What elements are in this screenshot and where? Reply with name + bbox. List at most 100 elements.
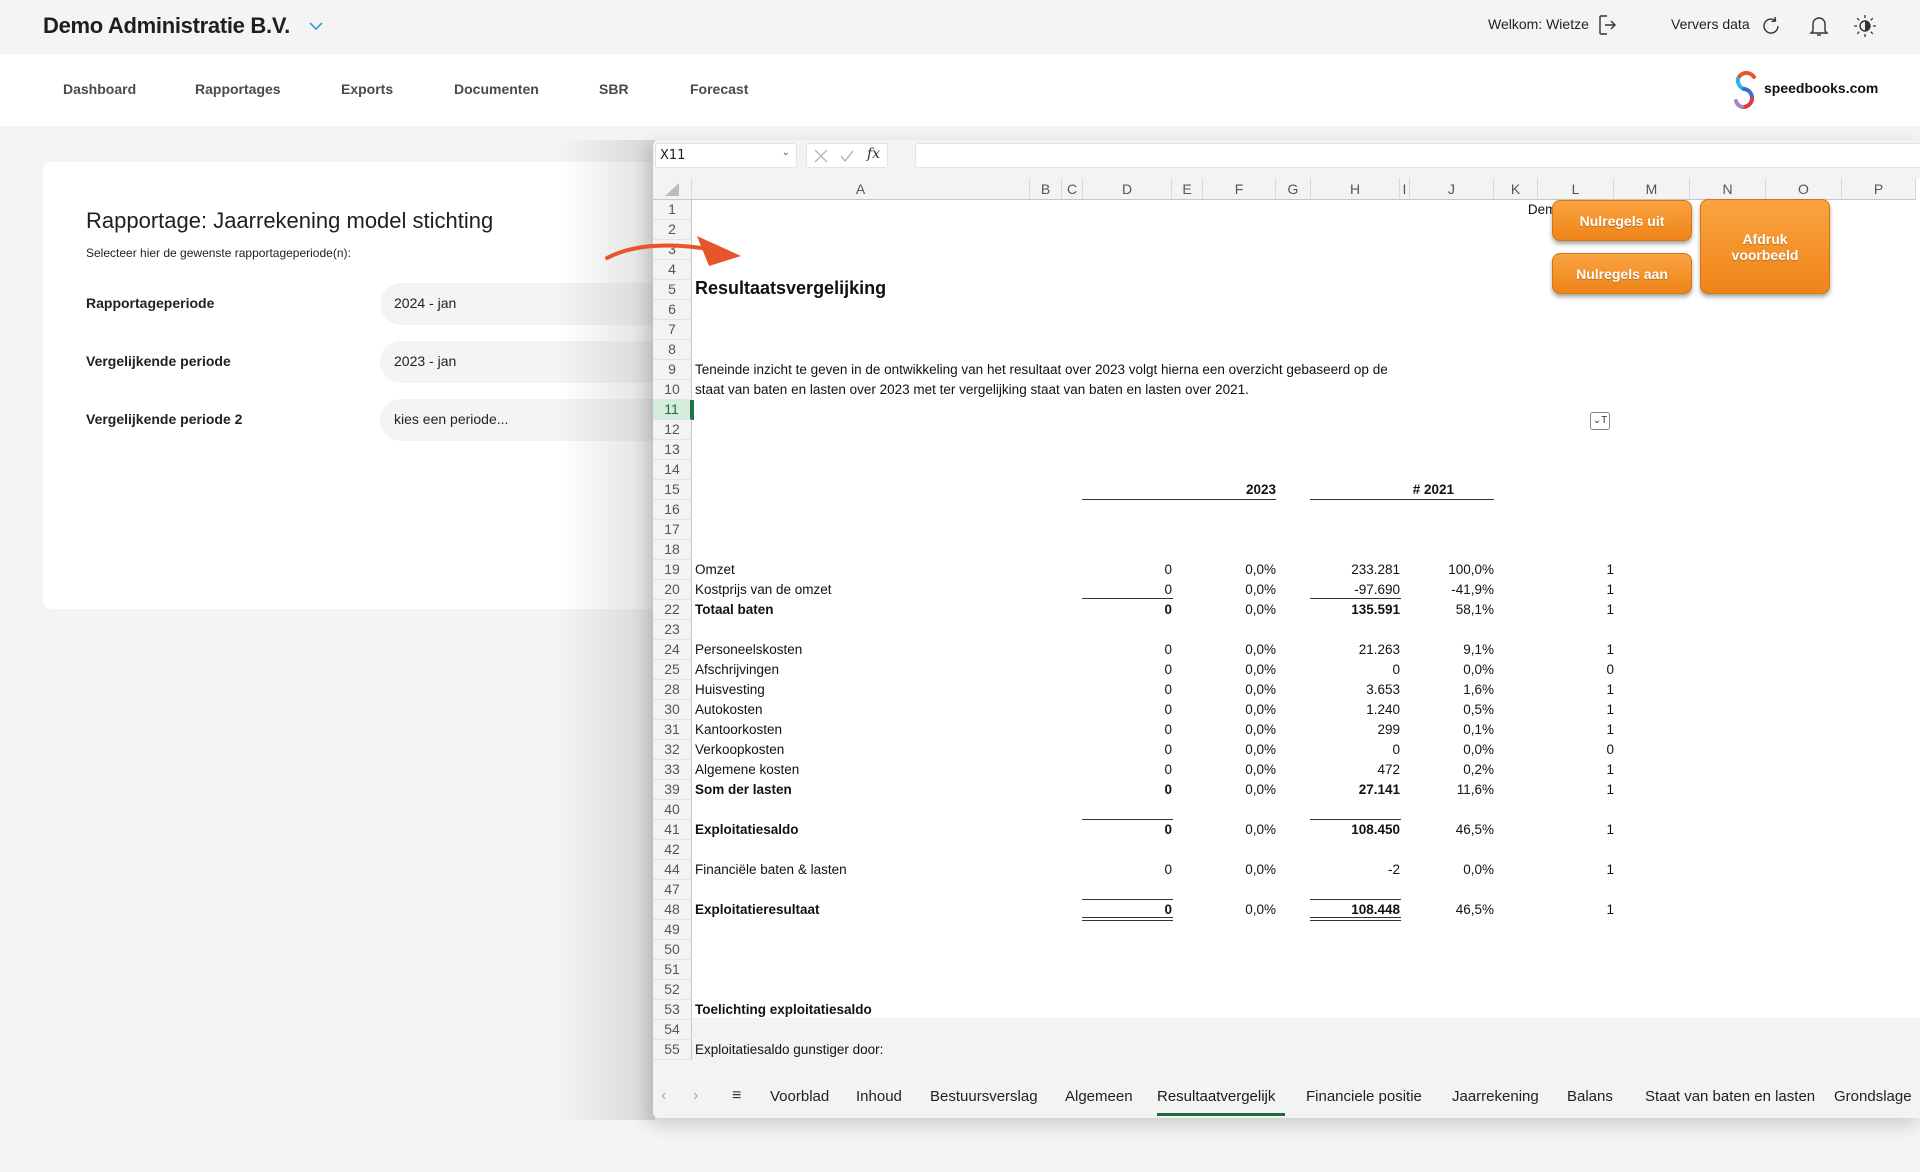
row-header-13[interactable]: 13 — [653, 440, 692, 460]
sheet-tab-balans[interactable]: Balans — [1567, 1088, 1613, 1105]
sheet-tab-algemeen[interactable]: Algemeen — [1065, 1088, 1133, 1105]
filter-icon[interactable]: ⌄T — [1590, 412, 1610, 430]
row-header-30[interactable]: 30 — [653, 700, 692, 720]
refresh-data-button[interactable]: Ververs data — [1671, 16, 1750, 32]
sheet-tab-staat-van-baten-en-lasten[interactable]: Staat van baten en lasten — [1645, 1088, 1815, 1105]
row-header-25[interactable]: 25 — [653, 660, 692, 680]
row-header-55[interactable]: 55 — [653, 1040, 692, 1060]
row-header-49[interactable]: 49 — [653, 920, 692, 940]
column-header-n[interactable]: N — [1690, 178, 1766, 200]
column-header-o[interactable]: O — [1766, 178, 1842, 200]
nulregels-aan-button[interactable]: Nulregels aan — [1552, 253, 1692, 294]
row-header-31[interactable]: 31 — [653, 720, 692, 740]
row-header-20[interactable]: 20 — [653, 580, 692, 600]
row-header-17[interactable]: 17 — [653, 520, 692, 540]
row-header-33[interactable]: 33 — [653, 760, 692, 780]
afdruk-voorbeeld-button[interactable]: Afdruk voorbeeld — [1700, 199, 1830, 294]
function-icon[interactable]: fx — [867, 146, 880, 162]
sheet-tab-voorblad[interactable]: Voorblad — [770, 1088, 829, 1105]
row-header-16[interactable]: 16 — [653, 500, 692, 520]
refresh-icon[interactable] — [1760, 15, 1782, 37]
tab-next-icon[interactable]: › — [693, 1087, 698, 1105]
sheet-tab-bestuursverslag[interactable]: Bestuursverslag — [930, 1088, 1038, 1105]
nav-forecast[interactable]: Forecast — [690, 81, 748, 97]
select-all-corner[interactable] — [653, 178, 692, 200]
row-header-47[interactable]: 47 — [653, 880, 692, 900]
row-header-24[interactable]: 24 — [653, 640, 692, 660]
column-header-k[interactable]: K — [1494, 178, 1538, 200]
row-header-52[interactable]: 52 — [653, 980, 692, 1000]
name-box[interactable]: X11 ⌄ — [655, 143, 797, 168]
nav-sbr[interactable]: SBR — [599, 81, 629, 97]
column-header-d[interactable]: D — [1083, 178, 1172, 200]
company-name[interactable]: Demo Administratie B.V. — [43, 13, 290, 39]
nav-dashboard[interactable]: Dashboard — [63, 81, 136, 97]
row-header-32[interactable]: 32 — [653, 740, 692, 760]
row-header-8[interactable]: 8 — [653, 340, 692, 360]
logout-icon[interactable] — [1598, 14, 1618, 36]
column-header-g[interactable]: G — [1276, 178, 1311, 200]
column-header-m[interactable]: M — [1614, 178, 1690, 200]
row-header-28[interactable]: 28 — [653, 680, 692, 700]
row-header-48[interactable]: 48 — [653, 900, 692, 920]
column-header-j[interactable]: J — [1410, 178, 1494, 200]
row-header-40[interactable]: 40 — [653, 800, 692, 820]
column-header-f[interactable]: F — [1203, 178, 1276, 200]
row-header-18[interactable]: 18 — [653, 540, 692, 560]
formula-bar[interactable] — [915, 143, 1920, 168]
row-header-44[interactable]: 44 — [653, 860, 692, 880]
row-header-53[interactable]: 53 — [653, 1000, 692, 1020]
chevron-down-icon[interactable]: ⌄ — [782, 147, 790, 158]
row-header-9[interactable]: 9 — [653, 360, 692, 380]
column-header-b[interactable]: B — [1030, 178, 1062, 200]
row-header-3[interactable]: 3 — [653, 240, 692, 260]
chevron-down-icon[interactable] — [306, 16, 326, 36]
row-header-19[interactable]: 19 — [653, 560, 692, 580]
row-header-41[interactable]: 41 — [653, 820, 692, 840]
confirm-icon[interactable] — [839, 148, 855, 164]
sheet-tab-grondslage[interactable]: Grondslage — [1834, 1088, 1912, 1105]
nulregels-uit-button[interactable]: Nulregels uit — [1552, 200, 1692, 241]
row-header-4[interactable]: 4 — [653, 260, 692, 280]
cancel-icon[interactable] — [813, 148, 829, 164]
row-header-1[interactable]: 1 — [653, 200, 692, 220]
row-header-22[interactable]: 22 — [653, 600, 692, 620]
row-header-23[interactable]: 23 — [653, 620, 692, 640]
row-header-51[interactable]: 51 — [653, 960, 692, 980]
row-header-7[interactable]: 7 — [653, 320, 692, 340]
column-header-l[interactable]: L — [1538, 178, 1614, 200]
sheet-tab-financiele-positie[interactable]: Financiele positie — [1306, 1088, 1422, 1105]
tab-prev-icon[interactable]: ‹ — [661, 1087, 666, 1105]
row-header-42[interactable]: 42 — [653, 840, 692, 860]
top-bar: Demo Administratie B.V. Welkom: Wietze V… — [0, 0, 1920, 54]
row-header-14[interactable]: 14 — [653, 460, 692, 480]
row-header-6[interactable]: 6 — [653, 300, 692, 320]
column-header-a[interactable]: A — [692, 178, 1030, 200]
row-header-54[interactable]: 54 — [653, 1020, 692, 1040]
column-header-e[interactable]: E — [1172, 178, 1203, 200]
sheet-tab-resultaatvergelijk[interactable]: Resultaatvergelijk — [1157, 1088, 1275, 1105]
row-header-39[interactable]: 39 — [653, 780, 692, 800]
sheet-tab-inhoud[interactable]: Inhoud — [856, 1088, 902, 1105]
tab-list-icon[interactable]: ≡ — [732, 1087, 741, 1105]
value-2023: 0 — [1164, 662, 1172, 677]
theme-toggle-icon[interactable] — [1853, 14, 1877, 38]
nav-exports[interactable]: Exports — [341, 81, 393, 97]
sheet-tab-jaarrekening[interactable]: Jaarrekening — [1452, 1088, 1539, 1105]
column-header-h[interactable]: H — [1311, 178, 1400, 200]
row-header-10[interactable]: 10 — [653, 380, 692, 400]
sheet-grid[interactable]: A B C D E F G H I J K L M N O P 1 2 3 4 5 6 7 8 9 10 11 12 13 14 15 16 1… — [653, 178, 1920, 1060]
row-header-50[interactable]: 50 — [653, 940, 692, 960]
row-header-5[interactable]: 5 — [653, 280, 692, 300]
row-header-12[interactable]: 12 — [653, 420, 692, 440]
nav-rapportages[interactable]: Rapportages — [195, 81, 281, 97]
nav-documenten[interactable]: Documenten — [454, 81, 539, 97]
row-header-11[interactable]: 11 — [653, 400, 692, 420]
bell-icon[interactable] — [1808, 14, 1830, 38]
column-header-c[interactable]: C — [1062, 178, 1083, 200]
row-header-15[interactable]: 15 — [653, 480, 692, 500]
rapportageperiode-label: Rapportageperiode — [86, 295, 215, 311]
column-header-p[interactable]: P — [1842, 178, 1916, 200]
column-header-i[interactable]: I — [1400, 178, 1410, 200]
row-header-2[interactable]: 2 — [653, 220, 692, 240]
